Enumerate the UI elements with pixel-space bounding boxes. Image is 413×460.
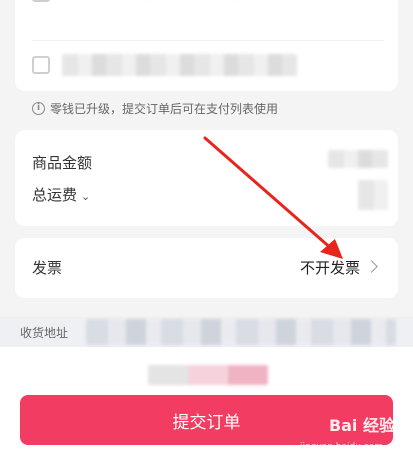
address-label: 收货地址: [20, 326, 69, 340]
info-icon: i: [32, 101, 45, 115]
amount-card: 商品金额 总运费 ⌄: [15, 130, 398, 226]
shipping-fee-toggle[interactable]: 总运费 ⌄: [32, 184, 90, 205]
invoice-label: 发票: [32, 259, 63, 277]
wallet-notice-text: 零钱已升级，提交订单后可在支付列表使用: [50, 101, 279, 116]
payment-option-2[interactable]: [32, 40, 384, 91]
watermark-logo: Bai 经验: [328, 416, 395, 435]
chevron-right-icon: [365, 260, 378, 273]
payment-option-1-checkbox[interactable]: [32, 0, 50, 2]
payment-options-card: [15, 0, 398, 91]
watermark-url: jingyan.baidu.com: [299, 442, 383, 452]
payment-option-2-checkbox[interactable]: [32, 56, 50, 74]
shipping-fee-label: 总运费: [32, 186, 78, 204]
payment-option-2-text-blurred: [62, 54, 297, 76]
payment-option-1[interactable]: [32, 0, 384, 40]
chevron-down-icon: ⌄: [81, 190, 91, 203]
shipping-fee-value-blurred: [358, 180, 388, 210]
wallet-notice: i 零钱已升级，提交订单后可在支付列表使用: [32, 99, 278, 117]
invoice-row[interactable]: 发票 不开发票: [15, 238, 398, 298]
goods-amount-value-blurred: [328, 150, 388, 168]
total-price-blurred: [148, 365, 268, 385]
shipping-address-bar[interactable]: 收货地址: [0, 317, 413, 347]
invoice-value: 不开发票: [299, 259, 360, 277]
address-text-blurred: [86, 319, 396, 345]
goods-amount-label: 商品金额: [32, 154, 93, 172]
